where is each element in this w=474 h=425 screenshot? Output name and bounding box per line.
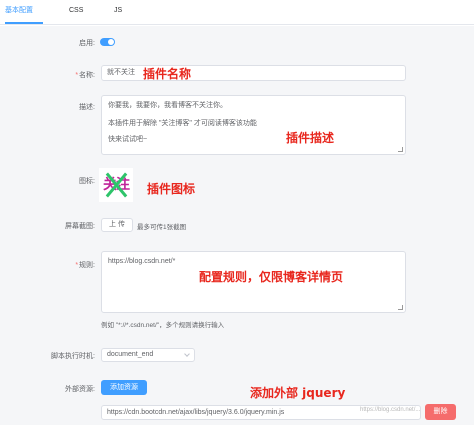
desc-label: 描述:: [79, 104, 95, 111]
annotation-jquery: 添加外部 jquery: [250, 386, 346, 400]
exec-time-value: document_end: [107, 351, 154, 358]
tab-js[interactable]: JS: [114, 0, 122, 25]
annotation-icon: 插件图标: [147, 182, 196, 196]
icon-label: 图标:: [79, 178, 95, 185]
required-mark: *: [75, 72, 79, 79]
annotation-desc: 插件描述: [286, 131, 335, 145]
tab-bar: 基本配置 CSS JS: [0, 0, 474, 25]
exec-label: 脚本执行时机:: [51, 353, 95, 360]
desc-line: 本插件用于解除 "关注博客" 才可阅读博客该功能: [108, 120, 257, 127]
enable-switch[interactable]: [100, 38, 115, 46]
rule-label: *规则:: [5, 260, 95, 270]
desc-line: 你要我，我要你，我看博客不关注你。: [108, 102, 227, 109]
external-label: 外部资源:: [65, 386, 95, 393]
tab-css[interactable]: CSS: [69, 0, 83, 25]
exec-time-select[interactable]: document_end: [101, 348, 195, 362]
watermark: https://blog.csdn.net/...: [360, 407, 421, 413]
desc-textarea[interactable]: 你要我，我要你，我看博客不关注你。 本插件用于解除 "关注博客" 才可阅读博客该…: [101, 95, 406, 155]
rule-label-text: 规则:: [79, 262, 95, 269]
resize-handle[interactable]: [398, 147, 403, 152]
upload-hint: 最多可传1张截图: [137, 224, 187, 231]
add-resource-button[interactable]: 添加资源: [101, 380, 147, 395]
screenshot-label: 屏幕截图:: [65, 223, 95, 230]
annotation-name: 插件名称: [143, 67, 192, 81]
switch-knob: [108, 39, 114, 45]
desc-line: 快来试试吧~: [108, 136, 148, 143]
annotation-rule: 配置规则，仅限博客详情页: [199, 270, 344, 284]
resize-handle[interactable]: [398, 305, 403, 310]
chevron-down-icon: [184, 351, 190, 357]
rule-value: https://blog.csdn.net/*: [108, 258, 176, 265]
rule-hint: 例如 "*://*.csdn.net/"，多个规则请换行输入: [101, 322, 225, 329]
required-mark: *: [75, 262, 79, 269]
enable-label: 启用:: [79, 40, 95, 47]
active-tab-indicator: [5, 22, 43, 24]
delete-resource-button[interactable]: 删除: [425, 404, 456, 420]
plugin-icon-image[interactable]: 关注: [99, 168, 133, 202]
name-label: *名称:: [5, 70, 95, 80]
upload-button[interactable]: 上 传: [101, 218, 133, 232]
name-label-text: 名称:: [79, 72, 95, 79]
